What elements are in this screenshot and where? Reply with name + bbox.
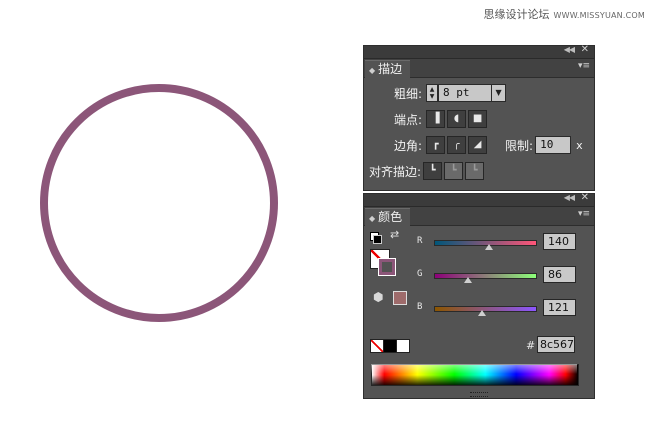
tab-stroke-label: 描边 (378, 62, 403, 76)
bevel-join-button[interactable]: ◢ (468, 136, 488, 154)
align-label: 对齐描边: (369, 164, 422, 179)
limit-input[interactable]: 10 (535, 136, 572, 154)
projecting-cap-button[interactable]: ■ (468, 110, 488, 128)
weight-input[interactable]: 8 pt (438, 84, 493, 102)
double-chevron-left-icon[interactable]: ◀◀ (564, 193, 575, 202)
out-of-gamut-swatch[interactable] (393, 291, 407, 305)
color-spectrum[interactable] (371, 364, 579, 386)
close-icon[interactable]: ✕ (581, 192, 589, 203)
white-swatch[interactable] (396, 339, 410, 353)
swap-colors-icon[interactable]: ⇄ (390, 228, 399, 241)
color-tab-row: ◆ 颜色 ▾≡ (364, 207, 594, 226)
none-swatch[interactable] (370, 339, 384, 353)
limit-unit: x (576, 138, 583, 152)
watermark: 思缘设计论坛 WWW.MISSYUAN.COM (483, 6, 645, 22)
channel-g-slider[interactable] (434, 273, 537, 279)
out-of-gamut-cube-icon[interactable]: ⬢ (373, 290, 383, 304)
align-outside-button[interactable]: ┗ (465, 162, 485, 180)
panel-menu-icon[interactable]: ▾≡ (578, 61, 590, 71)
watermark-text: 思缘设计论坛 (483, 8, 550, 21)
channel-b-thumb[interactable] (477, 310, 486, 316)
channel-g-thumb[interactable] (464, 277, 473, 283)
cap-label: 端点: (394, 112, 423, 127)
round-join-button[interactable]: ╭ (447, 136, 467, 154)
resize-grip-icon[interactable] (470, 392, 488, 397)
panel-title-bar[interactable]: ◀◀ ✕ (364, 44, 594, 59)
stroke-tab-row: ◆ 描边 ▾≡ (364, 59, 594, 78)
expand-arrows-icon[interactable]: ◆ (369, 214, 375, 223)
default-colors-icon[interactable] (370, 232, 382, 244)
corner-row: 边角: ┏ ╭ ◢ 限制: 10 x (394, 135, 583, 155)
channel-g-label: G (417, 269, 423, 279)
miter-join-button[interactable]: ┏ (426, 136, 446, 154)
align-center-button[interactable]: ┗ (423, 162, 443, 180)
circle-artwork[interactable] (40, 84, 278, 322)
watermark-url: WWW.MISSYUAN.COM (553, 11, 645, 20)
stroke-swatch[interactable] (378, 258, 396, 276)
round-cap-button[interactable]: ◖ (447, 110, 467, 128)
expand-arrows-icon[interactable]: ◆ (369, 66, 375, 75)
panel-title-bar[interactable]: ◀◀ ✕ (364, 192, 594, 207)
weight-stepper[interactable]: ▲ ▼ (426, 84, 439, 102)
channel-b-label: B (417, 302, 423, 312)
cap-row: 端点: ▐ ◖ ■ (394, 109, 488, 129)
tab-color[interactable]: ◆ 颜色 (365, 208, 411, 226)
channel-r-label: R (417, 236, 423, 246)
corner-label: 边角: (394, 138, 423, 153)
color-panel: ◀◀ ✕ ◆ 颜色 ▾≡ ⇄ ⬢ R 140 G 86 B 121 # 8c567… (363, 192, 595, 399)
limit-label: 限制: (505, 138, 534, 153)
align-inside-button[interactable]: ┗ (444, 162, 464, 180)
channel-r-thumb[interactable] (485, 244, 494, 250)
double-chevron-left-icon[interactable]: ◀◀ (564, 45, 575, 54)
tab-stroke[interactable]: ◆ 描边 (365, 60, 411, 78)
align-row: 对齐描边: ┗ ┗ ┗ (369, 161, 485, 181)
weight-dropdown-button[interactable]: ▼ (492, 84, 507, 102)
stroke-panel: ◀◀ ✕ ◆ 描边 ▾≡ 粗细: ▲ ▼ 8 pt ▼ 端点: ▐ ◖ ■ 边角: … (363, 44, 595, 191)
close-icon[interactable]: ✕ (581, 44, 589, 55)
channel-b-input[interactable]: 121 (543, 299, 576, 316)
hex-label: # (526, 339, 536, 352)
panel-menu-icon[interactable]: ▾≡ (578, 209, 590, 219)
weight-label: 粗细: (394, 86, 423, 101)
channel-g-input[interactable]: 86 (543, 266, 576, 283)
butt-cap-button[interactable]: ▐ (426, 110, 446, 128)
weight-row: 粗细: ▲ ▼ 8 pt ▼ (394, 83, 507, 103)
black-swatch[interactable] (383, 339, 397, 353)
channel-r-input[interactable]: 140 (543, 233, 576, 250)
tab-color-label: 颜色 (378, 210, 403, 224)
hex-input[interactable]: 8c5679 (537, 336, 575, 353)
